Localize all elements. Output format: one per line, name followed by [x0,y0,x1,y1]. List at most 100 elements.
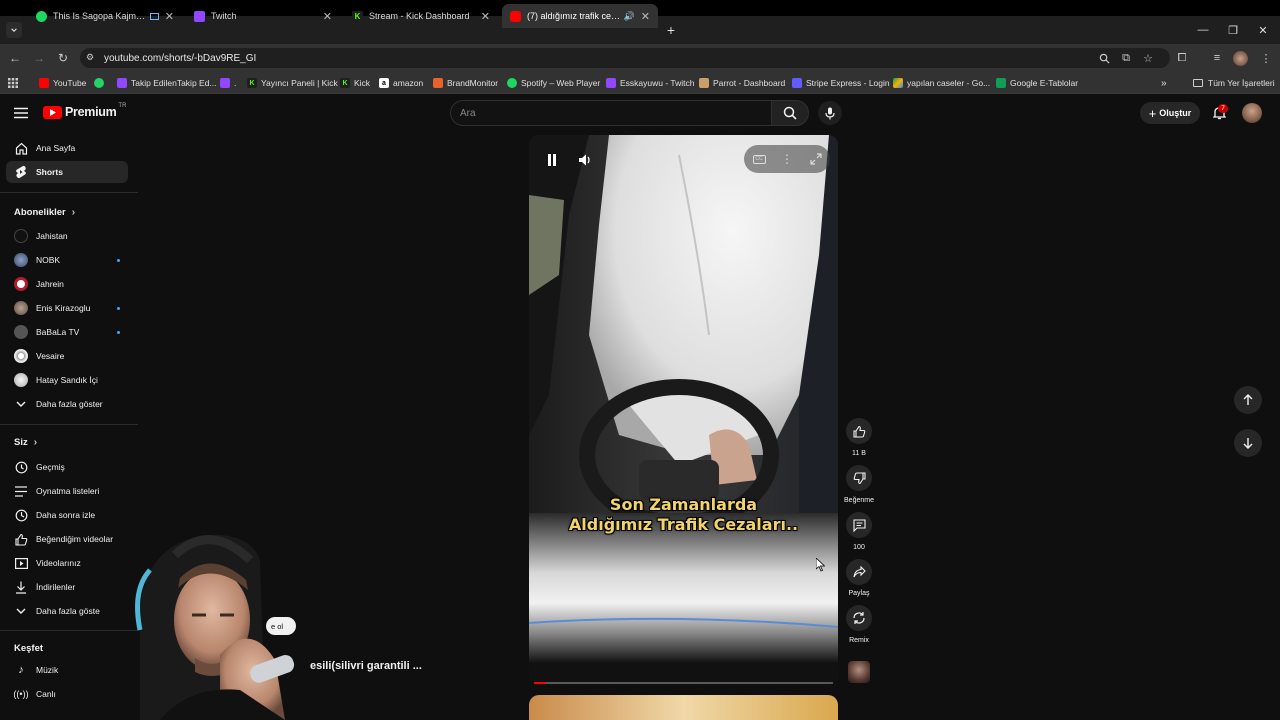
next-short-preview[interactable] [529,695,838,720]
browser-menu-icon[interactable]: ⋮ [1256,48,1276,68]
bookmark-youtube[interactable]: YouTube [39,75,86,91]
sidebar-show-more-subs[interactable]: Daha fazla göster [6,393,128,415]
bookmark-google-sheets[interactable]: Google E-Tablolar [996,75,1078,91]
bookmark-kick-panel[interactable]: K Yayıncı Paneli | Kick [247,75,338,91]
next-short-button[interactable] [1234,429,1262,457]
minimize-button[interactable]: — [1188,16,1218,44]
sound-source-avatar[interactable] [848,661,870,683]
youtube-logo[interactable]: Premium TR [43,103,126,119]
bookmark-label: Yayıncı Paneli | Kick [261,78,338,88]
video-progress-bar[interactable] [534,682,833,684]
captions-button[interactable]: CC [748,148,770,170]
mouse-cursor-icon [816,558,825,572]
tab-spotify[interactable]: This Is Sagopa Kajmer | Spotify ✕ [28,4,182,28]
subscribe-button[interactable]: e ol [266,617,296,635]
tab-audio-icon[interactable]: 🔊 [624,11,635,22]
fullscreen-button[interactable] [805,148,827,170]
close-window-button[interactable]: ✕ [1248,16,1278,44]
site-info-icon[interactable]: ⚙ [86,52,94,63]
maximize-button[interactable]: ❐ [1218,16,1248,44]
create-label: Oluştur [1159,108,1192,118]
forward-button[interactable]: → [29,48,49,68]
subscriptions-heading[interactable]: Abonelikler › [14,207,75,218]
tab-youtube-shorts[interactable]: (7) aldığımız trafik cezaları 🔊 ✕ [502,4,658,28]
bookmark-spotify[interactable]: Spotify – Web Player [507,75,600,91]
search-input[interactable]: Ara [450,100,772,126]
sidebar-item-home[interactable]: Ana Sayfa [6,137,128,159]
live-icon: ((•)) [13,689,29,699]
comments-button[interactable] [846,512,872,538]
bookmark-star-icon[interactable]: ☆ [1138,48,1158,68]
close-icon[interactable]: ✕ [165,10,174,23]
profile-avatar[interactable] [1233,51,1248,66]
bookmark-kick[interactable]: K Kick [340,75,370,91]
twitch-icon [194,10,205,22]
bookmark-amazon[interactable]: a amazon [379,75,423,91]
sidebar-item-history[interactable]: Geçmiş [6,456,128,478]
close-icon[interactable]: ✕ [323,10,332,23]
tab-search-button[interactable] [6,22,22,38]
sidebar-sub-jahrein[interactable]: Jahrein [6,273,128,295]
sidebar-sub-vesaire[interactable]: Vesaire [6,345,128,367]
channel-avatar-wrap [6,229,36,243]
kick-icon: K [340,78,350,88]
install-app-icon[interactable]: ⧉ [1116,48,1136,68]
new-content-dot [117,330,120,334]
create-button[interactable]: + Oluştur [1140,102,1200,124]
bookmark-label: Google E-Tablolar [1010,78,1079,88]
spotify-icon [507,78,517,88]
sidebar-sub-nobk[interactable]: NOBK [6,249,128,271]
sidebar-sub-enis[interactable]: Enis Kirazoglu [6,297,128,319]
dislike-label: Beğenme [844,497,874,504]
url-bar[interactable]: ⚙ youtube.com/shorts/-bDav9RE_GI [80,48,1170,68]
tab-twitch[interactable]: Twitch ✕ [186,4,340,28]
bookmark-parrot[interactable]: Parrot - Dashboard [699,75,785,91]
bookmark-twitch-dot[interactable]: . [220,75,236,91]
bookmark-stripe[interactable]: Stripe Express - Login [792,75,890,91]
sidebar-item-shorts[interactable]: Shorts [6,161,128,183]
pause-button[interactable] [539,147,565,173]
bookmark-google-drive[interactable]: yapılan caseler - Go... [893,75,990,91]
account-avatar[interactable] [1242,103,1262,123]
remix-button[interactable] [846,605,872,631]
back-button[interactable]: ← [5,48,25,68]
bookmark-label: yapılan caseler - Go... [907,78,991,88]
chevron-down-icon [6,608,36,615]
bookmark-whatsapp[interactable] [94,75,108,91]
volume-button[interactable] [572,147,598,173]
previous-short-button[interactable] [1234,386,1262,414]
zoom-icon[interactable] [1094,48,1114,68]
tab-kick-dashboard[interactable]: K Stream - Kick Dashboard ✕ [344,4,498,28]
voice-search-button[interactable] [818,101,842,125]
all-bookmarks-folder[interactable]: Tüm Yer İşaretleri [1193,75,1275,91]
like-button[interactable] [846,418,872,444]
more-options-button[interactable]: ⋮ [776,148,798,170]
dislike-button[interactable] [846,465,872,491]
new-tab-button[interactable]: + [662,21,680,39]
hamburger-menu-icon[interactable] [14,106,28,119]
share-button[interactable] [846,559,872,585]
close-icon[interactable]: ✕ [481,10,490,23]
sidebar-sub-babala[interactable]: BaBaLa TV [6,321,128,343]
kick-icon: K [247,78,257,88]
shorts-video-player[interactable]: CC ⋮ [529,135,838,685]
media-controls-icon[interactable]: ≡ [1207,48,1227,68]
video-frame [529,135,838,685]
search-button[interactable] [771,100,809,126]
you-heading[interactable]: Siz › [14,437,37,448]
chevron-right-icon: › [33,437,38,448]
sidebar-item-label: Müzik [36,665,59,675]
reload-button[interactable]: ↻ [53,48,73,68]
close-icon[interactable]: ✕ [641,10,650,23]
sidebar-sub-hatay[interactable]: Hatay Sandık İçi [6,369,128,391]
like-icon [852,425,865,438]
bookmarks-overflow-icon[interactable]: » [1161,75,1167,91]
sidebar-item-playlists[interactable]: Oynatma listeleri [6,480,128,502]
sidebar-sub-jahistan[interactable]: Jahistan [6,225,128,247]
extensions-icon[interactable]: ⧠ [1172,48,1192,68]
bookmark-esskayuwu[interactable]: Esskayuwu - Twitch [606,75,694,91]
bookmark-brandmonitor[interactable]: BrandMonitor [433,75,498,91]
apps-icon[interactable] [8,75,18,91]
bookmark-twitch-followed[interactable]: Takip EdilenTakip Ed... [117,75,217,91]
google-sheets-icon [996,78,1006,88]
